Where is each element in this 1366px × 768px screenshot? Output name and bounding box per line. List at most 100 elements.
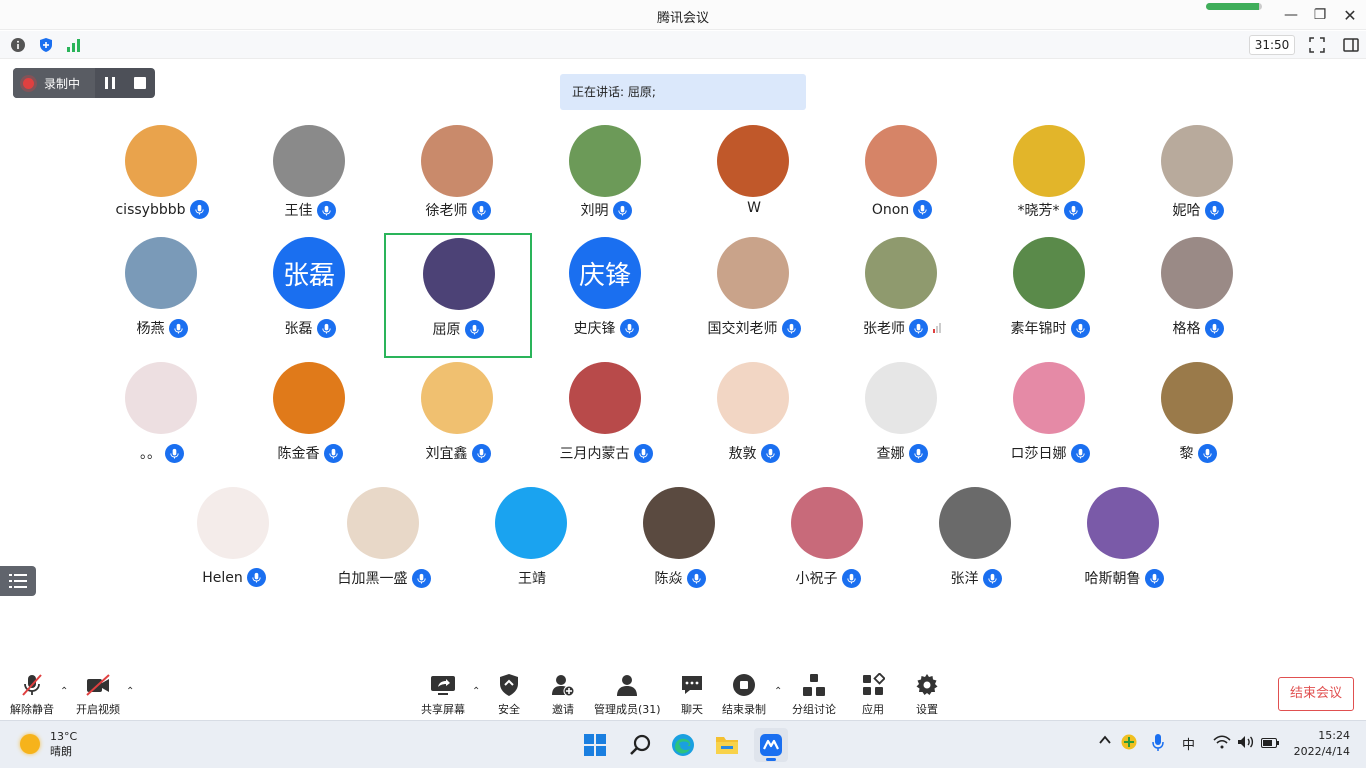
participant-tile[interactable]: 屈原 bbox=[384, 233, 532, 358]
mic-status-icon bbox=[908, 443, 928, 463]
participant-label: ロ莎日娜 bbox=[976, 443, 1124, 463]
pause-recording-button[interactable] bbox=[95, 68, 125, 98]
participant-avatar bbox=[1087, 487, 1159, 559]
participant-tile[interactable]: Helen bbox=[160, 484, 308, 609]
participant-avatar bbox=[273, 362, 345, 434]
participant-tile[interactable]: 格格 bbox=[1124, 234, 1272, 359]
participant-name: 妮哈 bbox=[1172, 203, 1201, 219]
mic-status-icon bbox=[189, 200, 209, 219]
volume-icon[interactable] bbox=[1237, 735, 1255, 753]
participant-name: cissybbbb bbox=[115, 201, 186, 218]
share-options-chevron-icon[interactable]: ⌃ bbox=[472, 686, 482, 697]
stop-recording-button[interactable] bbox=[125, 68, 155, 98]
participant-tile[interactable]: 三月内蒙古 bbox=[532, 359, 680, 484]
sidebar-toggle-icon[interactable] bbox=[1343, 37, 1359, 53]
sun-icon bbox=[20, 734, 40, 754]
start-menu-button[interactable] bbox=[578, 728, 612, 762]
stop-record-icon bbox=[731, 672, 757, 698]
participant-tile[interactable]: 黎 bbox=[1124, 359, 1272, 484]
participant-tile[interactable]: 小祝子 bbox=[754, 484, 902, 609]
participant-tile[interactable]: 陈焱 bbox=[606, 484, 754, 609]
participant-tile[interactable]: 张老师 bbox=[828, 234, 976, 359]
security-shield-icon[interactable] bbox=[38, 37, 54, 53]
manage-members-label: 管理成员(31) bbox=[594, 703, 661, 716]
settings-button[interactable]: 设置 bbox=[914, 672, 940, 717]
participant-tile[interactable]: 刘宜鑫 bbox=[384, 359, 532, 484]
participant-tile[interactable]: ロ莎日娜 bbox=[976, 359, 1124, 484]
participant-avatar bbox=[569, 362, 641, 434]
participant-tile[interactable]: 王靖 bbox=[458, 484, 606, 609]
mic-status-icon bbox=[760, 443, 780, 463]
participant-tile[interactable]: 杨燕 bbox=[88, 234, 236, 359]
participant-name: 三月内蒙古 bbox=[559, 446, 630, 462]
participant-list-toggle[interactable] bbox=[0, 566, 36, 596]
tray-app-icon[interactable] bbox=[1121, 734, 1137, 754]
breakout-rooms-button[interactable]: 分组讨论 bbox=[792, 672, 836, 717]
end-recording-button[interactable]: 结束录制 bbox=[722, 672, 766, 717]
participant-tile[interactable]: 。。 bbox=[88, 359, 236, 484]
apps-button[interactable]: 应用 bbox=[860, 672, 886, 717]
share-screen-button[interactable]: 共享屏幕 bbox=[421, 672, 465, 717]
muted-mic-icon bbox=[19, 672, 45, 698]
chat-icon bbox=[679, 672, 705, 698]
participant-tile[interactable]: 素年锦时 bbox=[976, 234, 1124, 359]
participant-avatar bbox=[423, 238, 495, 310]
chat-button[interactable]: 聊天 bbox=[679, 672, 705, 717]
participant-avatar bbox=[1013, 362, 1085, 434]
start-video-button[interactable]: 开启视频 bbox=[76, 672, 120, 717]
record-options-chevron-icon[interactable]: ⌃ bbox=[774, 686, 784, 697]
participant-name: 张洋 bbox=[950, 571, 979, 587]
ime-indicator[interactable]: 中 bbox=[1182, 734, 1195, 753]
network-quality-icon[interactable] bbox=[66, 37, 82, 53]
participant-tile[interactable]: 白加黑一盛 bbox=[310, 484, 458, 609]
title-bar: 腾讯会议 — ❐ ✕ bbox=[0, 0, 1366, 30]
wifi-icon[interactable] bbox=[1213, 735, 1231, 753]
participant-name: 黎 bbox=[1179, 446, 1194, 462]
tray-microphone-icon[interactable] bbox=[1152, 734, 1164, 756]
participant-label: 史庆锋 bbox=[532, 318, 680, 338]
participant-label: 三月内蒙古 bbox=[532, 443, 680, 463]
info-icon[interactable] bbox=[10, 37, 26, 53]
weather-widget[interactable]: 13°C 晴朗 bbox=[20, 729, 77, 759]
participant-tile[interactable]: 哈斯朝鲁 bbox=[1050, 484, 1198, 609]
minimize-button[interactable]: — bbox=[1279, 4, 1303, 26]
tray-overflow-chevron-icon[interactable] bbox=[1098, 733, 1112, 751]
recording-dot-icon bbox=[23, 77, 34, 89]
participant-label: *晓芳* bbox=[976, 200, 1124, 220]
taskbar-file-explorer[interactable] bbox=[710, 728, 744, 762]
mic-status-icon bbox=[913, 200, 933, 219]
participant-avatar bbox=[1013, 125, 1085, 197]
taskbar-search-button[interactable] bbox=[623, 728, 657, 762]
mic-status-icon bbox=[1204, 318, 1224, 338]
participant-name: 。。 bbox=[140, 446, 161, 462]
invite-label: 邀请 bbox=[552, 703, 574, 716]
mic-status-icon bbox=[1063, 200, 1083, 220]
manage-members-button[interactable]: 管理成员(31) bbox=[594, 672, 661, 717]
security-button[interactable]: 安全 bbox=[496, 672, 522, 717]
participant-tile[interactable]: 国交刘老师 bbox=[680, 234, 828, 359]
participant-avatar bbox=[717, 362, 789, 434]
end-meeting-button[interactable]: 结束会议 bbox=[1278, 677, 1354, 711]
system-clock[interactable]: 15:24 2022/4/14 bbox=[1288, 728, 1350, 760]
battery-icon[interactable] bbox=[1261, 737, 1279, 752]
restore-button[interactable]: ❐ bbox=[1308, 4, 1332, 26]
video-options-chevron-icon[interactable]: ⌃ bbox=[126, 686, 136, 697]
end-recording-label: 结束录制 bbox=[722, 703, 766, 716]
invite-button[interactable]: 邀请 bbox=[550, 672, 576, 717]
mic-status-icon bbox=[1197, 443, 1217, 463]
close-button[interactable]: ✕ bbox=[1338, 4, 1362, 26]
fullscreen-icon[interactable] bbox=[1309, 37, 1325, 53]
participant-tile[interactable]: 庆锋 史庆锋 bbox=[532, 234, 680, 359]
participant-tile[interactable]: 陈金香 bbox=[236, 359, 384, 484]
participant-tile[interactable]: 张磊 张磊 bbox=[236, 234, 384, 359]
participant-tile[interactable]: 张洋 bbox=[902, 484, 1050, 609]
participant-label: W bbox=[680, 200, 828, 216]
unmute-button[interactable]: 解除静音 bbox=[10, 672, 54, 717]
audio-options-chevron-icon[interactable]: ⌃ bbox=[60, 686, 70, 697]
participant-tile[interactable]: 查娜 bbox=[828, 359, 976, 484]
meeting-status-bar: 31:50 bbox=[0, 31, 1366, 59]
search-icon bbox=[630, 734, 651, 755]
participant-tile[interactable]: 敖敦 bbox=[680, 359, 828, 484]
taskbar-edge-browser[interactable] bbox=[666, 728, 700, 762]
taskbar-tencent-meeting[interactable] bbox=[754, 728, 788, 762]
